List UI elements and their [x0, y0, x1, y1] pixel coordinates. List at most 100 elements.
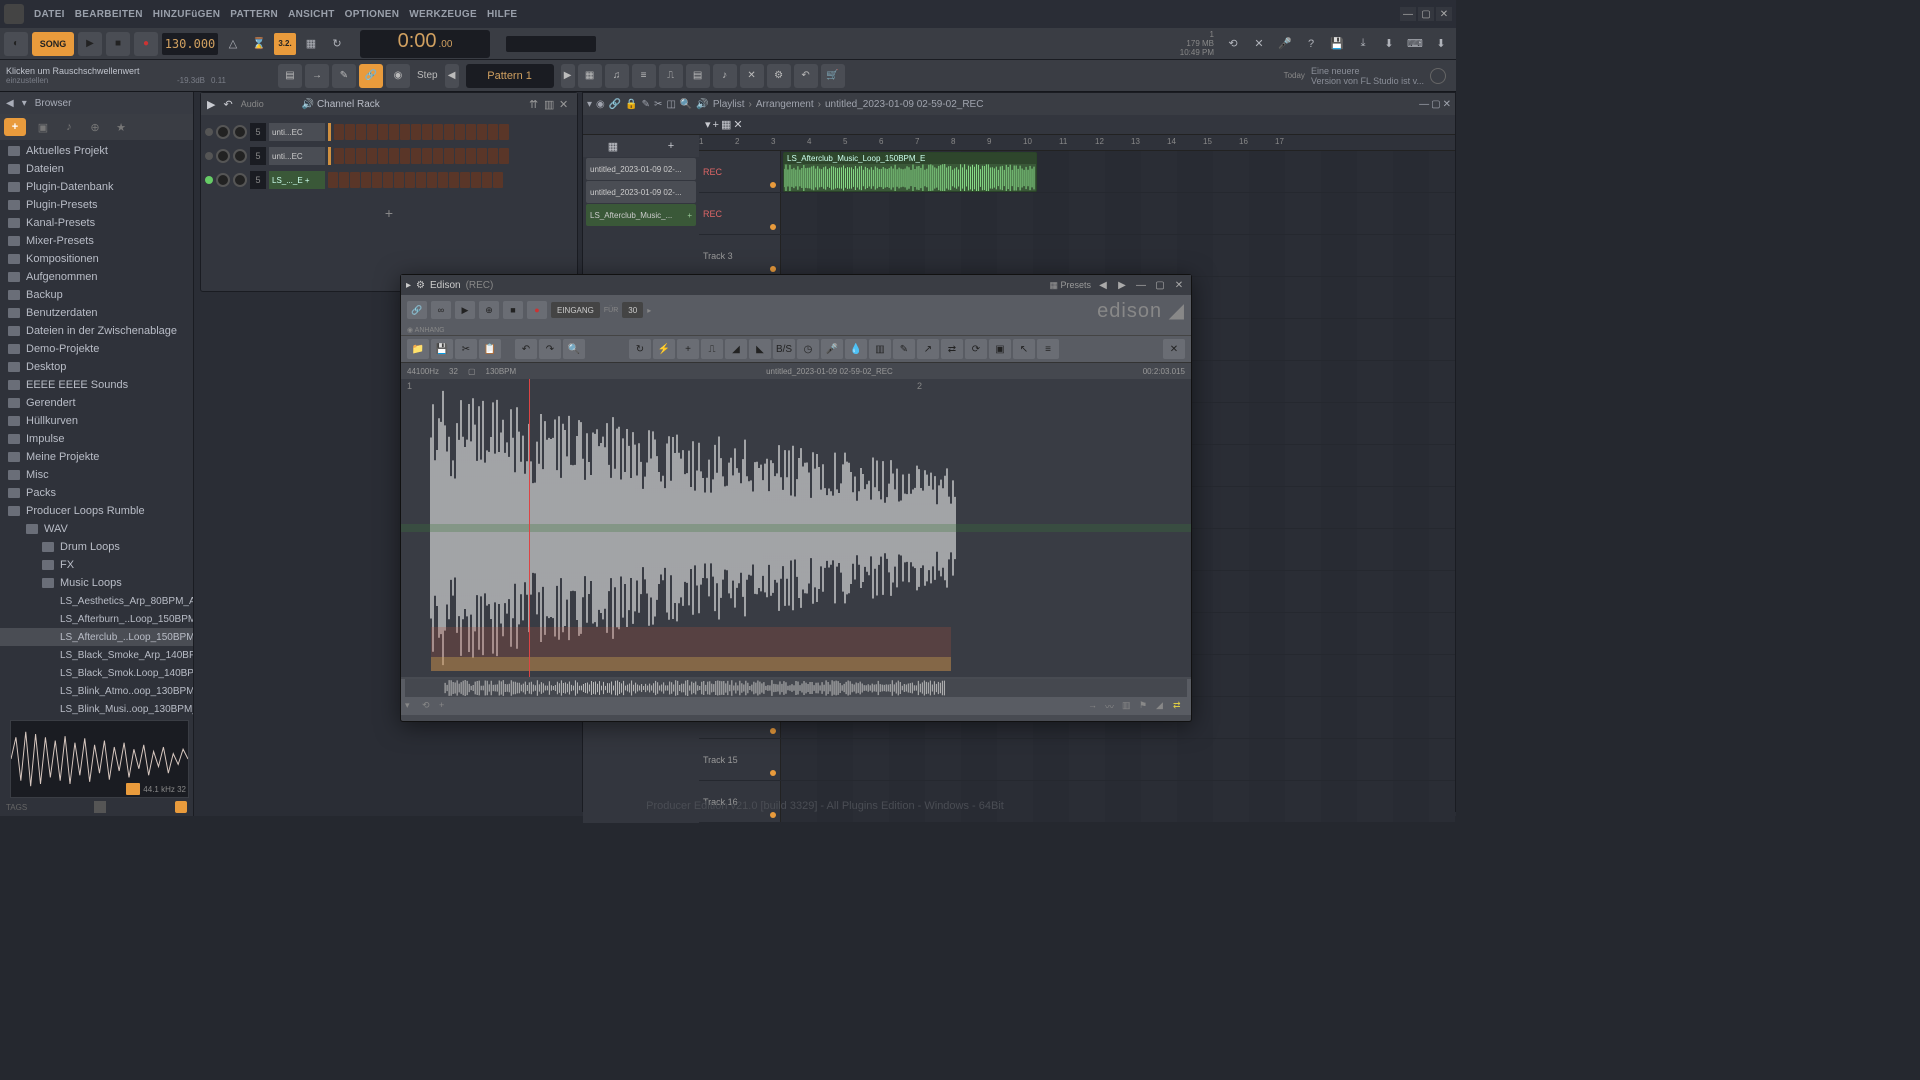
step-cell[interactable] [328, 172, 338, 188]
tree-item[interactable]: Plugin-Presets [0, 196, 193, 214]
mixer-button[interactable]: ⎍ [659, 64, 683, 88]
rack-header[interactable]: ▶ ↶ Audio 🔊 Channel Rack ⇈ ▥ ✕ [201, 93, 577, 115]
menu-pattern[interactable]: PATTERN [226, 7, 282, 22]
tree-item[interactable]: LS_Black_Smok.Loop_140BPM_G [0, 664, 193, 682]
menu-options[interactable]: OPTIONEN [341, 7, 404, 22]
step-cell[interactable] [455, 148, 465, 164]
browser-filter4-icon[interactable]: ★ [112, 119, 130, 135]
step-cell[interactable] [356, 124, 366, 140]
pl-max-icon[interactable]: ▢ [1431, 99, 1440, 110]
pl-live-icon[interactable]: ◉ [596, 99, 605, 110]
tree-item[interactable]: Kanal-Presets [0, 214, 193, 232]
collapse-icon[interactable]: ◀ [6, 98, 14, 109]
snap-prev[interactable]: ◀ [445, 64, 459, 88]
ed-open-icon[interactable]: 📁 [407, 339, 429, 359]
snap-next[interactable]: ▶ [561, 64, 575, 88]
tree-item[interactable]: Demo-Projekte [0, 340, 193, 358]
pl-menu-icon[interactable]: ▾ [587, 99, 592, 110]
time-ruler[interactable]: 1234567891011121314151617 [699, 135, 1455, 151]
undo2-icon[interactable]: ↶ [794, 64, 818, 88]
countdown-icon[interactable]: 3.2. [274, 33, 296, 55]
ed-max-icon[interactable]: ▢ [1153, 278, 1167, 292]
overdub-icon[interactable]: ▦ [300, 33, 322, 55]
ed-fx17-icon[interactable]: ↖ [1013, 339, 1035, 359]
ed-fx9-icon[interactable]: 🎤 [821, 339, 843, 359]
ed-input-num[interactable]: 30 [622, 302, 643, 318]
menu-help[interactable]: HILFE [483, 7, 521, 22]
step-cell[interactable] [477, 148, 487, 164]
step-cell[interactable] [466, 124, 476, 140]
ed-min-icon[interactable]: — [1134, 278, 1148, 292]
close-button[interactable]: ✕ [1436, 7, 1452, 21]
tree-item[interactable]: LS_Aesthetics_Arp_80BPM_A [0, 592, 193, 610]
pl-close-icon[interactable]: ✕ [1443, 99, 1451, 110]
search-icon[interactable] [175, 801, 187, 813]
step-cell[interactable] [499, 148, 509, 164]
ed-fx4-icon[interactable]: ⎍ [701, 339, 723, 359]
tree-item[interactable]: Kompositionen [0, 250, 193, 268]
undo-history-icon[interactable]: ⟲ [1222, 33, 1244, 55]
pl-tool1-icon[interactable]: ✎ [642, 99, 650, 110]
mixer-track-num[interactable]: 5 [250, 123, 266, 141]
ed-fx3-icon[interactable]: + [677, 339, 699, 359]
pl-zoom-icon[interactable]: + [713, 119, 719, 131]
options-icon[interactable]: ▾ [22, 98, 27, 109]
midi-icon[interactable]: ◉ [386, 64, 410, 88]
rack-play-icon[interactable]: ▶ [207, 98, 215, 111]
ed-link-icon[interactable]: 🔗 [407, 301, 427, 319]
step-cell[interactable] [400, 148, 410, 164]
tree-item[interactable]: LS_Blink_Atmo..oop_130BPM_Am [0, 682, 193, 700]
menu-file[interactable]: DATEI [30, 7, 69, 22]
step-cell[interactable] [411, 124, 421, 140]
edison-presets-label[interactable]: ▦ Presets [1049, 280, 1091, 291]
cr-button[interactable]: ≡ [632, 64, 656, 88]
step-cell[interactable] [482, 172, 492, 188]
switch-icon[interactable]: ✕ [1248, 33, 1270, 55]
close-all-icon[interactable]: ✕ [740, 64, 764, 88]
ed-fx10-icon[interactable]: 💧 [845, 339, 867, 359]
edf-wave-icon[interactable]: 〰 [1105, 700, 1119, 712]
ed-fx5-icon[interactable]: ◢ [725, 339, 747, 359]
onekey-icon[interactable]: ⌨ [1404, 33, 1426, 55]
pan-knob[interactable] [216, 173, 230, 187]
ed-redo-icon[interactable]: ↷ [539, 339, 561, 359]
tree-item[interactable]: Producer Loops Rumble [0, 502, 193, 520]
step-cell[interactable] [449, 172, 459, 188]
tree-item[interactable]: EEEE EEEE Sounds [0, 376, 193, 394]
mute-dot[interactable] [770, 728, 776, 734]
edison-minimap[interactable] [405, 679, 1187, 697]
edf-target-icon[interactable]: + [439, 700, 453, 712]
step-cell[interactable] [499, 124, 509, 140]
pl-tool4-icon[interactable]: 🔍 [680, 99, 692, 110]
tree-item[interactable]: Dateien [0, 160, 193, 178]
mute-dot[interactable] [770, 182, 776, 188]
tree-item[interactable]: Plugin-Datenbank [0, 178, 193, 196]
browser-tree[interactable]: Aktuelles ProjektDateienPlugin-Datenbank… [0, 140, 193, 720]
tree-item[interactable]: Meine Projekte [0, 448, 193, 466]
ed-gear-icon[interactable]: ⚙ [416, 280, 425, 291]
tree-item[interactable]: Packs [0, 484, 193, 502]
pl-tool2-icon[interactable]: ✂ [654, 99, 662, 110]
ed-fx15-icon[interactable]: ⟳ [965, 339, 987, 359]
edf-reload-icon[interactable]: ⟲ [422, 700, 436, 712]
ed-playloop-button[interactable]: ⊕ [479, 301, 499, 319]
pl-link-icon[interactable]: 🔗 [609, 99, 621, 110]
tree-item[interactable]: Drum Loops [0, 538, 193, 556]
metronome-icon[interactable]: △ [222, 33, 244, 55]
tree-item[interactable]: Hüllkurven [0, 412, 193, 430]
rack-graph-icon[interactable]: ⇈ [529, 98, 541, 110]
browser-filter2-icon[interactable]: ♪ [60, 119, 78, 135]
ed-fx18-icon[interactable]: ≡ [1037, 339, 1059, 359]
pl-lock-icon[interactable]: 🔒 [625, 99, 637, 110]
step-cell[interactable] [411, 148, 421, 164]
edison-waveform[interactable]: 1 2 [401, 379, 1191, 677]
pl-arrangement[interactable]: Arrangement [756, 99, 814, 110]
ed-record-button[interactable]: ● [527, 301, 547, 319]
tree-item[interactable]: FX [0, 556, 193, 574]
tree-item[interactable]: Backup [0, 286, 193, 304]
ed-save-icon[interactable]: 💾 [431, 339, 453, 359]
track-header[interactable]: Track 15 [699, 739, 781, 780]
picker-mode2-icon[interactable]: + [668, 140, 674, 152]
tree-item[interactable]: LS_Blink_Musi..oop_130BPM_Am [0, 700, 193, 718]
tree-item[interactable]: Dateien in der Zwischenablage [0, 322, 193, 340]
